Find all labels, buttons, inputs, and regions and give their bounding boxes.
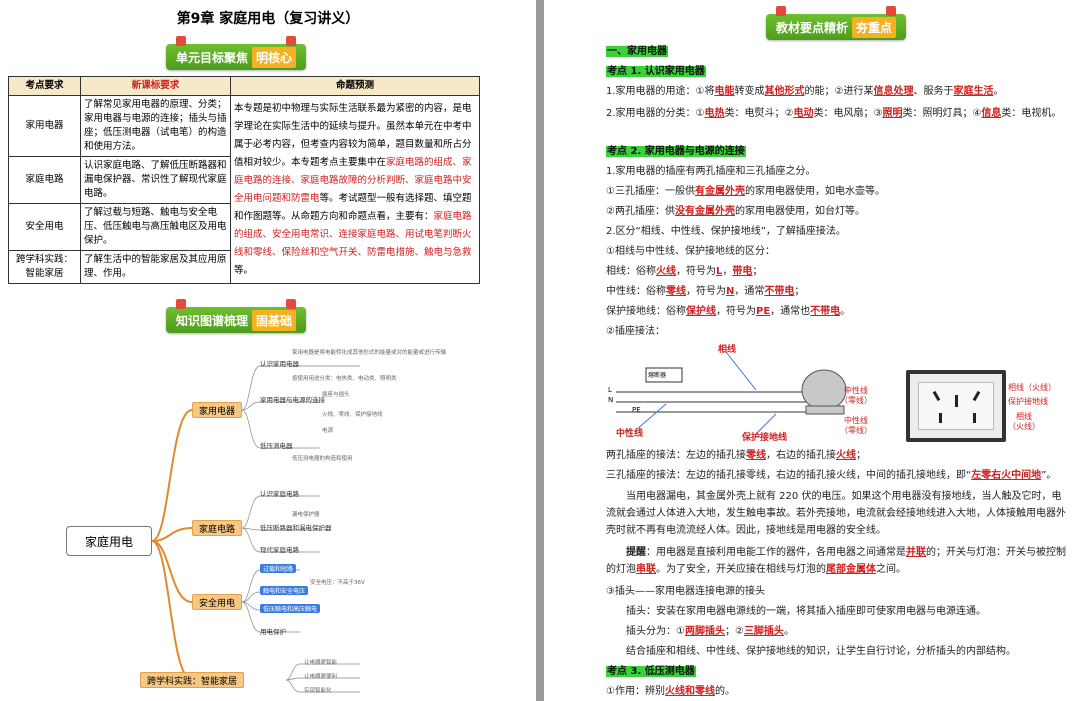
header-cell: 新课标要求	[80, 76, 231, 96]
sub-node: 过载和短路	[260, 564, 297, 573]
leaf-node: 漏电保护器	[292, 512, 320, 518]
left-page: 第9章 家庭用电（复习讲义） 单元目标聚焦 明核心 考点要求 新课标要求 命题预…	[0, 0, 536, 701]
paragraph: 中性线：俗称零线，符号为N，通常不带电；	[606, 286, 805, 297]
socket-label-l2: 相线 （火线）	[1008, 412, 1040, 431]
goal-table: 考点要求 新课标要求 命题预测 家用电器 了解常见家用电器的原理、分类；家用电器…	[8, 76, 480, 284]
sub-node: 认识家庭电路	[260, 490, 299, 498]
leaf-node: 电源	[322, 428, 334, 434]
paragraph: ②两孔插座：供没有金属外壳的家用电器使用，如台灯等。	[606, 206, 865, 217]
point-heading: 考点 2. 家用电器与电源的连接	[606, 146, 746, 157]
leaf-node: 实现智能化	[304, 688, 332, 694]
sub-node: 认识家用电器	[260, 360, 299, 368]
socket-image	[906, 370, 1006, 442]
table-row: 家用电器 了解常见家用电器的原理、分类；家用电器与电源的连接；插头与插座；低压测…	[8, 95, 480, 284]
paragraph: ①作用：辨别火线和零线的。	[606, 686, 735, 697]
paragraph: 1.家用电器的用途：①将电能转变成其他形式的能；②进行某信息处理、服务于家庭生活…	[606, 86, 1004, 97]
point-heading: 考点 1. 认识家用电器	[606, 66, 706, 77]
socket-label-n1: 中性线 （零线）	[840, 386, 872, 405]
paragraph: 相线：俗称火线，符号为L，带电；	[606, 266, 763, 277]
paragraph: 当用电器漏电，其金属外壳上就有 220 伏的电压。如果这个用电器没有接地线，当人…	[606, 491, 1066, 536]
sub-node: 低压断路器和漏电保护器	[260, 524, 332, 532]
header-cell: 考点要求	[8, 76, 81, 96]
paragraph: 2.家用电器的分类：①电热类：电熨斗；②电动类：电风扇；③照明类：照明灯具；④信…	[606, 108, 1062, 119]
paragraph: ①三孔插座：一般供有金属外壳的家用电器使用，如电水壶等。	[606, 186, 885, 197]
branch-smart-home: 跨学科实践：智能家居	[140, 672, 245, 688]
paragraph: 结合插座和相线、中性线、保护接地线的知识，让学生自行讨论，分析插头的内部结构。	[626, 646, 1016, 657]
banner-key-points: 教材要点精析 夯重点	[766, 6, 907, 40]
sub-node: 用电保护	[260, 628, 286, 636]
branch-home-circuit: 家庭电路	[192, 520, 243, 536]
mind-map: 家庭用电 家用电器 家庭电路 安全用电 跨学科实践：智能家居 认识家用电器 家用…	[60, 330, 446, 700]
wiring-lines	[616, 351, 847, 435]
ribbon-icon	[286, 36, 297, 46]
ribbon-icon	[886, 6, 897, 16]
paragraph: 1.家用电器的插座有两孔插座和三孔插座之分。	[606, 166, 816, 177]
table-header-row: 考点要求 新课标要求 命题预测	[8, 76, 480, 96]
socket-wiring-diagram: 相线 熔断器 L N PE 中性线 保护接地线 中性线 （零线） 中性线 （零线） …	[606, 342, 1076, 446]
chapter-title: 第9章 家庭用电（复习讲义）	[176, 11, 360, 27]
leaf-node: 安全电压：不高于36V	[310, 580, 365, 586]
paragraph: 插头分为：①两脚插头；②三脚插头。	[626, 626, 794, 637]
ribbon-icon	[176, 299, 186, 309]
paragraph: 2.区分“相线、中性线、保护接地线”，了解插座接法。	[606, 226, 846, 237]
socket-label-l1: 相线（火线）	[1008, 383, 1056, 392]
mind-map-root: 家庭用电	[66, 526, 152, 556]
socket-label-n2: 中性线 （零线）	[840, 416, 872, 435]
label-breaker: 熔断器	[648, 372, 667, 379]
paragraph: 提醒：用电器是直接利用电能工作的器件，各用电器之间通常是并联的；开关与灯泡：开关…	[606, 547, 1066, 575]
sub-node: 现代家庭电路	[260, 546, 299, 554]
right-page: 教材要点精析 夯重点 一、家用电器 考点 1. 认识家用电器 1.家用电器的用途…	[544, 0, 1080, 701]
leaf-node: 让电器更智能	[304, 660, 338, 666]
label-L: L	[608, 386, 612, 394]
sub-node: 低压触电和高压触电	[260, 604, 321, 613]
header-cell: 命题预测	[230, 76, 480, 96]
sub-node: 低压测电器	[260, 442, 293, 450]
branch-safety: 安全用电	[192, 594, 243, 610]
paragraph: 两孔插座的接法：左边的插孔接零线，右边的插孔接火线；	[606, 450, 866, 461]
paragraph: 三孔插座的接法：左边的插孔接零线，右边的插孔接火线，中间的插孔接地线，即“左零右…	[606, 470, 1057, 481]
paragraph: ③插头——家用电器连接电源的接头	[606, 586, 765, 597]
label-xiangxian: 相线	[718, 345, 737, 355]
branch-appliances: 家用电器	[192, 402, 243, 418]
sub-node: 触电和安全电压	[260, 586, 309, 595]
section-heading: 一、家用电器	[606, 46, 668, 57]
mind-map-connectors	[151, 365, 360, 693]
label-zhongxing: 中性线	[616, 429, 644, 439]
leaf-node: 家用电器是将电能转化成其他形式的能量或对的能量或进行传输	[292, 350, 447, 356]
leaf-node: 插座与插头	[322, 392, 350, 398]
ribbon-icon	[776, 6, 786, 16]
paragraph: 插头：安装在家用电器电源线的一端，将其插入插座即可使家用电器与电源连通。	[626, 606, 986, 617]
label-baohu: 保护接地线	[742, 433, 788, 443]
leaf-node: 按使用用途分类：电热类、电动类、照明类	[292, 376, 397, 382]
leaf-node: 火线、零线、保护接地线	[322, 412, 383, 418]
paragraph: ①相线与中性线、保护接地线的区分：	[606, 246, 775, 257]
label-N: N	[608, 396, 614, 404]
paragraph: ②插座接法：	[606, 326, 665, 337]
ribbon-icon	[286, 299, 297, 309]
paragraph: 保护接地线：俗称保护线，符号为PE，通常也不带电。	[606, 306, 851, 317]
ribbon-icon	[176, 36, 186, 46]
point-heading: 考点 3. 低压测电器	[606, 666, 696, 677]
socket-label-pe: 保护接地线	[1008, 397, 1048, 406]
banner-unit-goals: 单元目标聚焦 明核心	[166, 36, 307, 70]
leaf-node: 低压测电器的构造和使用	[292, 456, 353, 462]
sub-node: 家用电器与电源的连接	[260, 396, 325, 404]
label-PE: PE	[632, 406, 641, 414]
leaf-node: 让电器更便利	[304, 674, 338, 680]
prediction-cell: 本专题是初中物理与实际生活联系最为紧密的内容，是电学理论在实际生活中的延续与提升…	[230, 95, 480, 284]
